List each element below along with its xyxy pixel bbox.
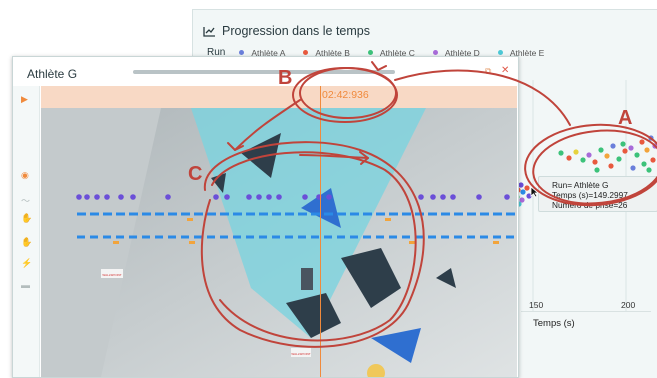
annotation-label-b: B — [278, 67, 292, 89]
annotation-overlay: A B C — [188, 61, 657, 348]
annotation-label-a: A — [618, 107, 632, 129]
annotation-circle-a — [524, 123, 657, 207]
annotation-label-c: C — [188, 163, 202, 185]
